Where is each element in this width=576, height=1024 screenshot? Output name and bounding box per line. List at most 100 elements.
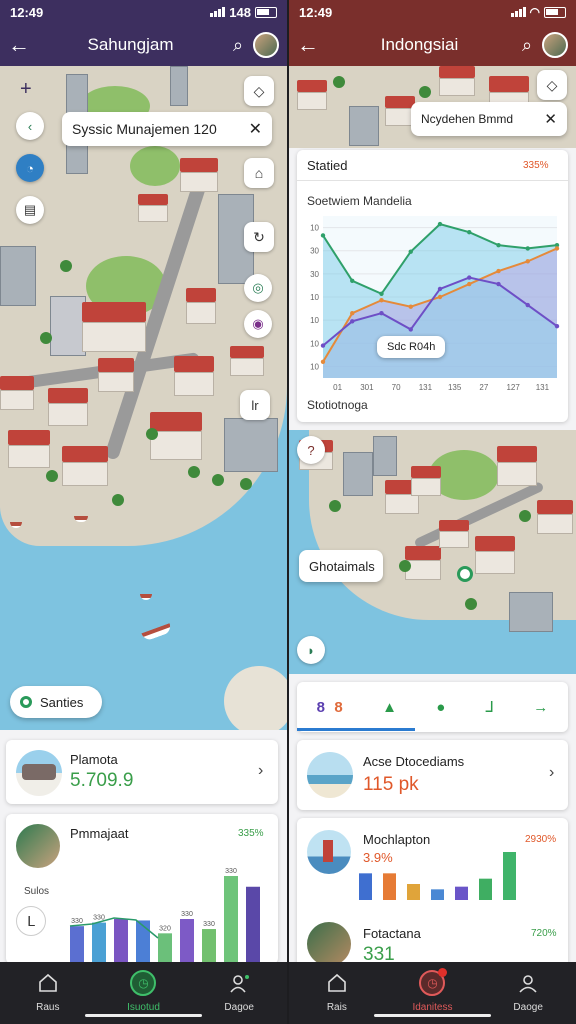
places-pill[interactable]: Santies: [10, 686, 102, 718]
avatar[interactable]: [253, 32, 279, 58]
hill: [130, 146, 180, 186]
tab-icon-6[interactable]: →: [533, 699, 548, 716]
app-bar: ← Sahungjam ⌕: [0, 24, 287, 66]
nav-home[interactable]: Rais: [302, 970, 372, 1013]
place-card[interactable]: Plamota 5.709.9 ›: [6, 740, 278, 804]
search-icon[interactable]: ⌕: [512, 35, 542, 56]
status-time: 12:49: [10, 4, 44, 20]
data-point: [467, 281, 472, 287]
data-point: [467, 230, 472, 235]
tab-icon-3[interactable]: ▲: [382, 699, 397, 716]
search-icon[interactable]: ⌕: [223, 35, 253, 56]
tower-building: [224, 418, 278, 472]
diamond-icon[interactable]: ◇: [244, 76, 274, 106]
place-card[interactable]: Acse Dtocediams 115 pk ›: [297, 740, 568, 810]
chevron-right-icon[interactable]: ›: [549, 764, 554, 782]
palm-tree: [212, 474, 224, 486]
y-tick-label: 10: [310, 339, 319, 348]
tab-icon-2[interactable]: 8: [334, 699, 342, 716]
palm-tree: [46, 470, 58, 482]
tab-icon-1[interactable]: 8: [317, 699, 325, 716]
palm-tree: [329, 500, 341, 512]
second-stat-title: Fotactana: [363, 926, 421, 941]
bar: [431, 889, 444, 900]
beach-thumbnail: [307, 752, 353, 798]
nav-middle[interactable]: ◷ Isuotud: [108, 970, 178, 1013]
tower-building: [50, 296, 86, 356]
compass-icon[interactable]: ◔: [16, 154, 44, 182]
close-icon[interactable]: ✕: [249, 119, 262, 139]
nav-middle-label: Isuotud: [127, 1002, 160, 1013]
stats-card[interactable]: Pmmajaat 335% Sulos ᒪ 330 330 320 330 330 330: [6, 814, 278, 964]
bar: [246, 886, 260, 962]
add-icon[interactable]: +: [20, 78, 32, 101]
chart-toggle-icon[interactable]: ᒪ: [16, 906, 46, 936]
palm-tree: [240, 478, 252, 490]
map-marker-icon[interactable]: [457, 566, 473, 582]
book-icon[interactable]: ▤: [16, 196, 44, 224]
y-tick-label: 10: [310, 293, 319, 302]
back-arrow-icon[interactable]: ←: [289, 32, 327, 58]
boat: [140, 594, 152, 600]
tower-building: [509, 592, 553, 632]
help-icon[interactable]: ?: [297, 436, 325, 464]
house: [0, 376, 34, 410]
compass-icon[interactable]: ◗: [297, 636, 325, 664]
y-tick-label: 30: [310, 247, 319, 256]
side-label: Sulos: [24, 886, 50, 897]
wifi-icon: ◠: [529, 5, 540, 19]
house: [138, 194, 168, 222]
user-icon: [226, 970, 252, 996]
second-stat-pct: 720%: [531, 928, 557, 939]
place-card-value: 115 pk: [363, 774, 419, 795]
nav-middle[interactable]: ◷ Idanitess: [397, 968, 467, 1013]
chevron-right-icon[interactable]: ›: [258, 762, 263, 780]
card-divider: [297, 180, 568, 181]
city-map[interactable]: ? ◗ Ghotaimals: [289, 430, 576, 674]
bar: [479, 878, 492, 900]
nav-profile[interactable]: Dagoe: [204, 970, 274, 1013]
location-pin-icon[interactable]: ⌂: [244, 158, 274, 188]
city-map[interactable]: + ‹ ◔ ▤ ◇ ⌂ ↻ ◎ ◉ lr Syssic Munajemen 12…: [0, 66, 287, 730]
chart-tooltip: Sdc R04h: [377, 336, 446, 358]
place-card-title: Plamota: [70, 752, 118, 767]
x-tick-label: 131: [419, 383, 433, 392]
collapse-icon[interactable]: ‹: [16, 112, 44, 140]
house: [186, 288, 216, 324]
bar: [383, 873, 396, 900]
bar: [70, 926, 84, 962]
places-pill-label: Ghotaimals: [309, 558, 375, 574]
palm-tree: [399, 560, 411, 572]
search-card[interactable]: Ncydehen Bmmd ✕: [411, 102, 567, 136]
data-point: [379, 298, 384, 303]
top-map-strip[interactable]: ◇ Ncydehen Bmmd ✕: [289, 66, 576, 148]
data-point: [379, 291, 384, 296]
nav-profile[interactable]: Daoge: [493, 970, 563, 1013]
close-icon[interactable]: ✕: [544, 110, 557, 128]
left-phone-screen: 12:49 148 ← Sahungjam ⌕ + ‹ ◔ ▤ ◇ ⌂ ↻ ◎ …: [0, 0, 287, 1024]
palm-tree: [146, 428, 158, 440]
avatar[interactable]: [542, 32, 568, 58]
stats-card[interactable]: Mochlapton 2930% 3.9% Fotactana 720% 331: [297, 818, 568, 968]
layers-icon[interactable]: ◎: [244, 274, 272, 302]
chart-card[interactable]: Statied 335% Soetwiem Mandelia 10 30 30 10 1…: [297, 150, 568, 422]
tab-icon-4[interactable]: ●: [436, 699, 445, 716]
search-card[interactable]: Syssic Munajemen 120 ✕: [62, 112, 272, 146]
home-icon: [324, 970, 350, 996]
x-tick-label: 01: [333, 383, 342, 392]
place-card-value: 5.709.9: [70, 770, 134, 791]
refresh-icon[interactable]: ↻: [244, 222, 274, 252]
places-pill[interactable]: Ghotaimals: [299, 550, 383, 582]
data-point: [496, 242, 501, 248]
page-title: Sahungjam: [87, 35, 174, 54]
nav-home[interactable]: Raus: [13, 970, 83, 1013]
island: [224, 666, 287, 730]
map-label-button[interactable]: lr: [240, 390, 270, 420]
target-icon[interactable]: ◉: [244, 310, 272, 338]
search-card-text: Syssic Munajemen 120: [72, 121, 217, 137]
place-thumbnail: [16, 750, 62, 796]
back-arrow-icon[interactable]: ←: [0, 32, 38, 58]
status-icons: ◠: [510, 5, 566, 19]
tab-icon-5[interactable]: ᒧ: [485, 698, 494, 716]
diamond-icon[interactable]: ◇: [537, 70, 567, 100]
